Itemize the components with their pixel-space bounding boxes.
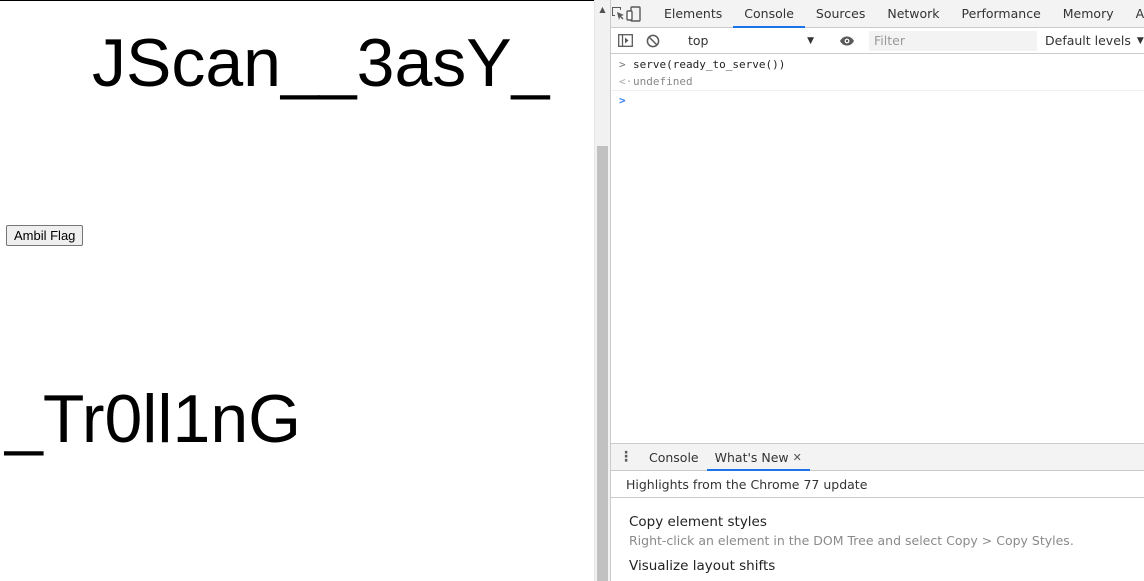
device-toolbar-icon[interactable]: [626, 0, 641, 27]
input-chevron-icon: >: [619, 57, 626, 71]
drawer-tab-console-label: Console: [649, 449, 699, 465]
console-result-line: <· undefined: [611, 73, 1144, 91]
close-icon[interactable]: ✕: [793, 451, 802, 464]
drawer-tab-whats-new-label: What's New: [714, 449, 789, 465]
result-arrow-icon: <·: [619, 75, 633, 88]
tab-performance[interactable]: Performance: [951, 0, 1052, 27]
tab-sources[interactable]: Sources: [805, 0, 876, 27]
scroll-up-arrow-icon[interactable]: ▲: [595, 3, 610, 15]
feature-title[interactable]: Copy element styles: [629, 514, 1144, 530]
chevron-down-icon: ▼: [807, 35, 814, 46]
chevron-down-icon: ▼: [1136, 35, 1144, 46]
headline-bottom: _Tr0ll1nG: [5, 381, 302, 457]
inspect-element-icon[interactable]: [611, 0, 626, 27]
tab-network[interactable]: Network: [876, 0, 950, 27]
tab-console[interactable]: Console: [733, 0, 805, 28]
ambil-flag-button[interactable]: Ambil Flag: [6, 225, 84, 246]
console-prompt[interactable]: >: [611, 91, 1144, 109]
feature-title[interactable]: Visualize layout shifts: [629, 558, 1144, 574]
headline-top: JScan__3asY_: [92, 25, 550, 101]
devtools-panel: Elements Console Sources Network Perform…: [610, 0, 1144, 581]
tab-elements[interactable]: Elements: [653, 0, 733, 27]
tab-application[interactable]: Ap: [1125, 0, 1144, 27]
tab-memory[interactable]: Memory: [1052, 0, 1125, 27]
log-levels-label: Default levels: [1045, 33, 1131, 48]
console-result-text: undefined: [633, 75, 693, 88]
live-expression-eye-icon[interactable]: [833, 36, 861, 46]
drawer-tabbar: ⋮ Console What's New ✕: [611, 444, 1144, 471]
console-filter-input[interactable]: [869, 30, 1037, 51]
console-command-text: serve(ready_to_serve()): [633, 57, 786, 71]
drawer-tab-console[interactable]: Console: [641, 444, 707, 470]
whats-new-highlights: Highlights from the Chrome 77 update: [611, 471, 1144, 498]
prompt-chevron-icon: >: [619, 93, 626, 107]
feature-description: Right-click an element in the DOM Tree a…: [629, 533, 1074, 548]
context-selector[interactable]: top ▼: [680, 28, 820, 54]
console-output[interactable]: > serve(ready_to_serve()) <· undefined >: [611, 55, 1144, 443]
devtools-drawer: ⋮ Console What's New ✕ Highlights from t…: [611, 443, 1144, 581]
feature-list: Copy element styles Right-click an eleme…: [611, 514, 1144, 574]
drawer-tab-whats-new[interactable]: What's New ✕: [706, 444, 811, 471]
more-vert-icon[interactable]: ⋮: [611, 444, 641, 470]
page-scrollbar[interactable]: ▲: [594, 0, 610, 581]
web-page: JScan__3asY_ Ambil Flag _Tr0ll1nG: [0, 0, 594, 581]
clear-console-icon[interactable]: [639, 34, 667, 48]
scroll-thumb[interactable]: [597, 146, 608, 581]
devtools-tabbar: Elements Console Sources Network Perform…: [611, 0, 1144, 28]
console-input-line: > serve(ready_to_serve()): [611, 55, 1144, 73]
log-levels-dropdown[interactable]: Default levels ▼: [1045, 33, 1144, 48]
show-sidebar-icon[interactable]: [611, 34, 639, 47]
console-toolbar: top ▼ Default levels ▼: [611, 28, 1144, 54]
context-selector-value: top: [688, 33, 709, 48]
